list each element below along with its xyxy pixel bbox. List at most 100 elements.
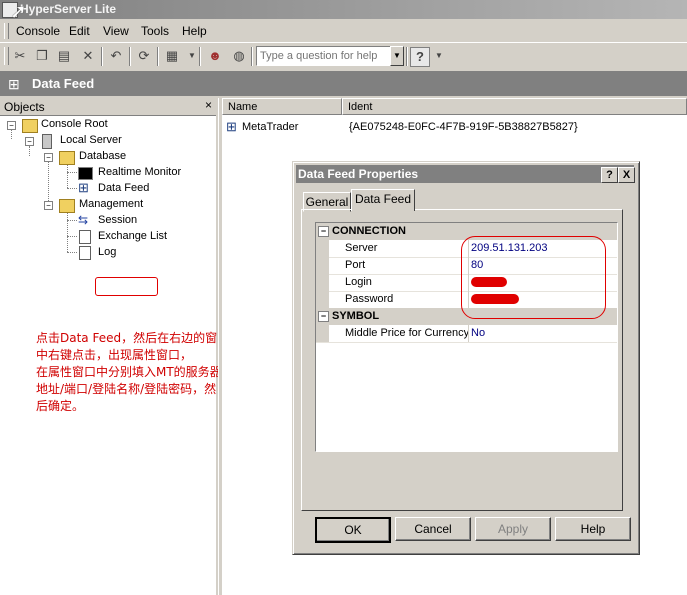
property-name: Server (345, 242, 378, 254)
collapse-icon[interactable]: − (25, 137, 34, 146)
data-feed-header-icon: ⊞ (8, 76, 20, 92)
property-value[interactable]: No (468, 325, 485, 342)
page-title: Data Feed (32, 76, 95, 91)
tree-item-label: Management (79, 198, 144, 210)
list-icon (79, 230, 91, 244)
property-name: Password (345, 293, 394, 305)
category-label: SYMBOL (332, 310, 380, 322)
property-row-middle-price[interactable]: Middle Price for Currency No (316, 325, 617, 343)
refresh-icon[interactable]: ⟳ (135, 47, 153, 65)
row-gutter (316, 291, 329, 308)
help-search-dropdown-icon[interactable]: ▼ (390, 46, 404, 66)
help-search-input[interactable] (257, 47, 387, 65)
menu-help[interactable]: Help (182, 24, 207, 38)
tree-item-label: Session (98, 214, 138, 226)
paste-icon[interactable]: ▤ (55, 47, 73, 65)
properties-icon[interactable]: ▦ (163, 47, 181, 65)
collapse-icon[interactable]: − (318, 226, 329, 237)
menu-edit[interactable]: Edit (69, 24, 90, 38)
folder-icon (59, 199, 75, 213)
help-button[interactable]: Help (555, 517, 631, 541)
tree-item-label: Database (79, 150, 127, 162)
tree-item-realtime-monitor[interactable]: Realtime Monitor (0, 166, 216, 182)
tree-item-local-server[interactable]: − Local Server (0, 134, 216, 150)
tree-item-data-feed[interactable]: ⊞ Data Feed (0, 180, 216, 198)
list-item-ident: {AE075248-E0FC-4F7B-919F-5B38827B5827} (349, 121, 578, 133)
dialog-title-bar: Data Feed Properties ? X (296, 165, 635, 183)
toolbar-separator (199, 47, 201, 66)
folder-icon (22, 119, 38, 133)
highlight-box (461, 236, 606, 319)
toolbar-separator (251, 47, 253, 66)
toolbar-separator (157, 47, 159, 66)
tab-data-feed[interactable]: Data Feed (351, 189, 415, 211)
collapse-icon[interactable]: − (44, 153, 53, 162)
window-title: HyperServer Lite (20, 2, 117, 16)
users-icon[interactable]: ☻ (206, 47, 224, 65)
column-header-name[interactable]: Name (222, 98, 342, 115)
property-name: Port (345, 259, 366, 271)
help-icon[interactable]: ? (410, 47, 430, 67)
objects-pane-title: Objects (4, 100, 45, 114)
annotation-note: 点击Data Feed，然后在右边的窗口 中右键点击，出现属性窗口， 在属性窗口… (36, 330, 229, 415)
ok-button[interactable]: OK (315, 517, 391, 543)
tree-item-log[interactable]: Log (0, 246, 216, 262)
row-gutter (316, 257, 329, 274)
server-icon (42, 134, 52, 149)
help-search-box (256, 46, 392, 66)
window-title-bar: HyperServer Lite ➚ (0, 0, 687, 23)
toolbar-separator (129, 47, 131, 66)
objects-pane: Objects × − Console Root − Local Server … (0, 98, 229, 595)
toolbar-separator (406, 47, 408, 66)
tree-item-console-root[interactable]: − Console Root (0, 118, 216, 134)
globe-icon[interactable]: ◍ (230, 47, 248, 65)
tree-item-database[interactable]: − Database (0, 150, 216, 166)
collapse-icon[interactable]: − (44, 201, 53, 210)
menu-view[interactable]: View (103, 24, 129, 38)
objects-pane-header: Objects × (0, 98, 216, 116)
folder-icon (59, 151, 75, 165)
annotation-line: 中右键点击，出现属性窗口， (36, 348, 193, 362)
tree-item-label: Local Server (60, 134, 122, 146)
tree-item-label: Console Root (41, 118, 108, 130)
delete-icon[interactable]: ✕ (79, 47, 97, 65)
list-item-name: MetaTrader (242, 121, 299, 133)
toolbar-grip (4, 47, 9, 65)
tree-item-management[interactable]: − Management (0, 198, 216, 214)
highlight-box (95, 277, 158, 296)
network-icon: ⊞ (226, 119, 237, 134)
menu-tools[interactable]: Tools (141, 24, 169, 38)
list-item[interactable]: ⊞ MetaTrader {AE075248-E0FC-4F7B-919F-5B… (224, 119, 684, 136)
section-header: ⊞ Data Feed (0, 72, 687, 96)
menu-bar: Console Edit View Tools Help (0, 20, 687, 42)
tree-item-label: Exchange List (98, 230, 168, 242)
data-feed-properties-dialog: Data Feed Properties ? X General Data Fe… (292, 161, 640, 555)
close-icon[interactable]: × (205, 98, 212, 112)
tree-item-label: Log (98, 246, 117, 258)
cancel-button[interactable]: Cancel (395, 517, 471, 541)
help-dropdown-icon[interactable]: ▼ (430, 47, 448, 65)
column-header-ident[interactable]: Ident (342, 98, 687, 115)
copy-icon[interactable]: ❐ (33, 47, 51, 65)
annotation-line: 地址/端口/登陆名称/登陆密码，然 (36, 382, 217, 396)
collapse-icon[interactable]: − (318, 311, 329, 322)
dialog-title: Data Feed Properties (298, 167, 419, 181)
tree-item-label: Realtime Monitor (98, 166, 182, 178)
collapse-icon[interactable]: − (7, 121, 16, 130)
tree-item-label: Data Feed (98, 182, 150, 194)
row-gutter (316, 274, 329, 291)
tree-item-session[interactable]: ⇆ Session (0, 214, 216, 230)
cut-icon[interactable]: ✂ (11, 47, 29, 65)
apply-button[interactable]: Apply (475, 517, 551, 541)
property-name: Middle Price for Currency (345, 327, 470, 339)
menu-console[interactable]: Console (16, 24, 60, 38)
tree-item-exchange-list[interactable]: Exchange List (0, 230, 216, 246)
annotation-line: 后确定。 (36, 399, 85, 413)
annotation-line: 点击Data Feed，然后在右边的窗口 (36, 331, 230, 345)
undo-icon[interactable]: ↶ (107, 47, 125, 65)
close-icon[interactable]: X (618, 167, 635, 183)
toolbar: ✂ ❐ ▤ ✕ ↶ ⟳ ▦ ▼ ☻ ◍ ▼ ? ▼ (0, 42, 687, 72)
menu-grip (4, 23, 9, 39)
network-icon: ⊞ (78, 180, 89, 195)
help-icon[interactable]: ? (601, 167, 618, 183)
